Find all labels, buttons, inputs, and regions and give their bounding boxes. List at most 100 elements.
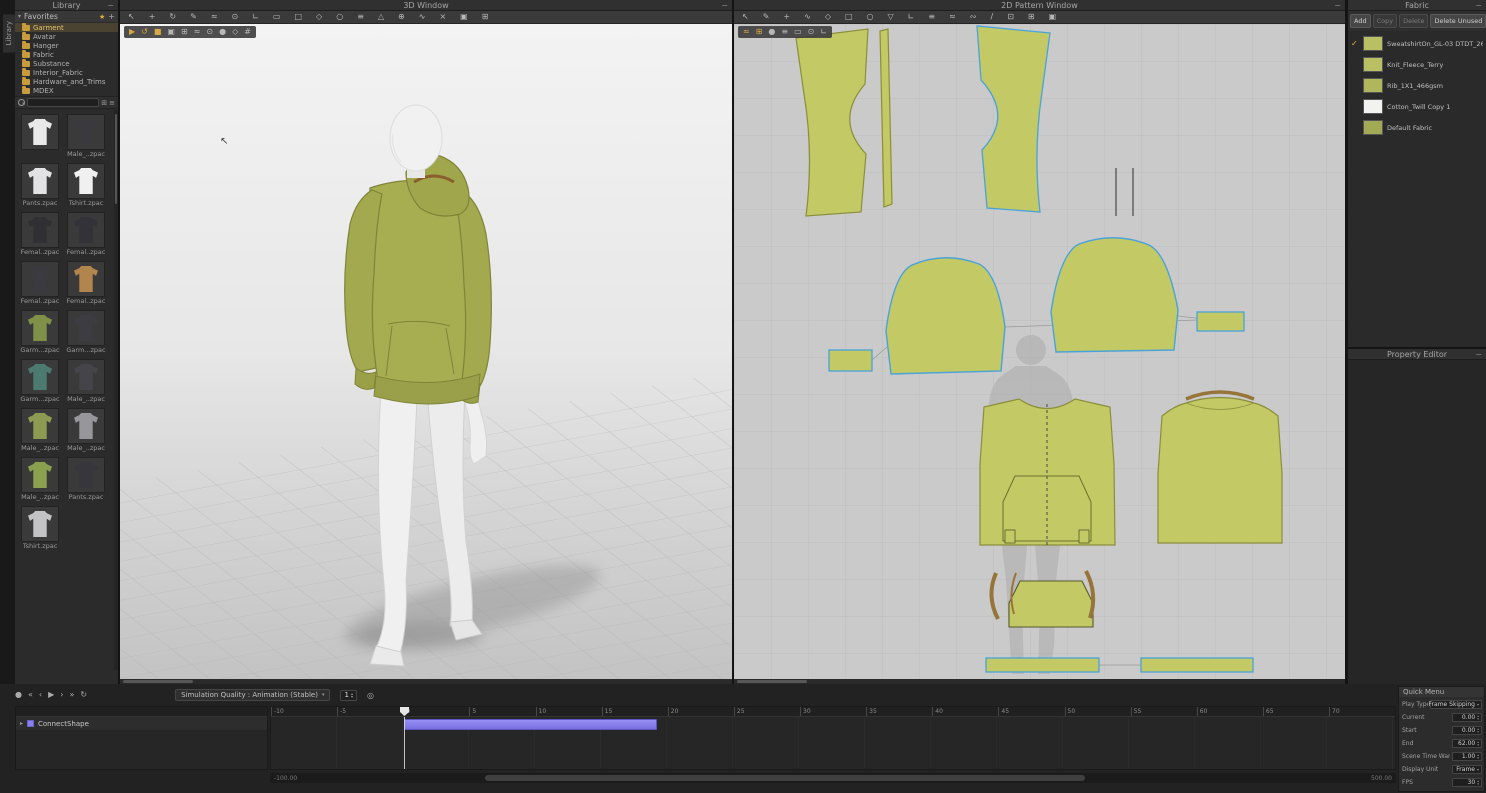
3d-viewport[interactable]: ▶ ↺ ■ ▣ ⊞ ≈ ⊙ ● ◇ # ↖ xyxy=(120,24,732,684)
rotate-gizmo-icon[interactable]: ↻ xyxy=(169,13,176,21)
add-favorite-icon[interactable]: + xyxy=(108,12,115,21)
segment-sewing-icon[interactable]: ≈ xyxy=(949,13,956,21)
timeline-scrollbar-thumb[interactable] xyxy=(485,775,1085,781)
show-seams-icon[interactable]: ≈ xyxy=(194,28,201,36)
button-tool-icon[interactable]: ○ xyxy=(336,13,343,21)
fitmap-icon[interactable]: ◇ xyxy=(232,28,238,36)
rectangle-tool-icon[interactable]: □ xyxy=(845,13,853,21)
select-tool-icon[interactable]: ↖ xyxy=(128,13,135,21)
trace-icon[interactable]: ⊡ xyxy=(1007,13,1014,21)
edit-curvature-icon[interactable]: ∿ xyxy=(804,13,811,21)
polygon-tool-icon[interactable]: ◇ xyxy=(825,13,831,21)
simulation-quality-dropdown[interactable]: Simulation Quality : Animation (Stable) … xyxy=(175,689,331,701)
show-sewing-icon[interactable]: ≈ xyxy=(743,28,750,36)
library-dock-tab[interactable]: Library xyxy=(3,14,15,53)
capture-icon[interactable]: ◎ xyxy=(367,691,374,700)
track-connectshape[interactable]: ▸ ConnectShape xyxy=(16,717,267,730)
dart-tool-icon[interactable]: ◇ xyxy=(316,13,322,21)
edit-pattern-icon[interactable]: ✎ xyxy=(763,13,770,21)
reset-pose-icon[interactable]: ↺ xyxy=(141,28,148,36)
stepper-icons[interactable]: ▴ ▾ xyxy=(1477,714,1479,721)
search-input[interactable] xyxy=(27,98,100,107)
timeline-track-area[interactable] xyxy=(271,707,1395,769)
library-item-female[interactable]: Femal..zpac xyxy=(20,261,60,305)
free-sewing-icon[interactable]: ∾ xyxy=(970,13,977,21)
fabric-item-cotton-twill[interactable]: ✓ Cotton_Twill Copy 1 xyxy=(1348,96,1486,117)
library-item-tshirt[interactable]: Tshirt.zpac xyxy=(20,506,60,550)
notch-icon[interactable]: ∟ xyxy=(908,13,915,21)
avatar-tab-icon[interactable]: ⊞ xyxy=(482,13,489,21)
2d-viewport[interactable]: ≈ ⊞ ● ≡ ▭ ⊙ ∟ xyxy=(734,24,1345,684)
library-item-female[interactable]: Femal..zpac xyxy=(20,212,60,256)
connectshape-clip[interactable] xyxy=(404,719,657,730)
pattern-piece-sleeve-left[interactable] xyxy=(885,257,1006,375)
library-item-garment[interactable]: Garm...zpac xyxy=(20,310,60,354)
library-item-jacket[interactable] xyxy=(20,114,60,158)
library-item-female[interactable]: Femal..zpac xyxy=(66,261,106,305)
quick-menu-value[interactable]: 0.00 ▾ ▴▾ xyxy=(1452,713,1482,722)
flatten-tool-icon[interactable]: ▭ xyxy=(273,13,281,21)
library-item-pants[interactable]: Pants.zpac xyxy=(20,163,60,207)
3d-scrollbar-thumb[interactable] xyxy=(123,680,193,683)
library-scrollbar[interactable] xyxy=(114,110,118,670)
show-pattern-name-icon[interactable]: ▭ xyxy=(794,28,802,36)
library-item-male[interactable]: Male_..zpac xyxy=(20,408,60,452)
show-grid-icon[interactable]: ⊞ xyxy=(756,28,763,36)
stepper-icons[interactable]: ▴ ▾ xyxy=(1477,779,1479,786)
frame-step-input[interactable]: 1 ▴ ▾ xyxy=(340,689,357,701)
step-forward-icon[interactable]: › xyxy=(60,691,63,699)
show-pins-icon[interactable]: ⊙ xyxy=(206,28,213,36)
library-panel-menu-icon[interactable]: − xyxy=(107,0,114,11)
library-item-male[interactable]: Male_..zpac xyxy=(66,359,106,403)
step-back-icon[interactable]: ‹ xyxy=(39,691,42,699)
move-gizmo-icon[interactable]: + xyxy=(149,13,156,21)
snap-icon[interactable]: ⊙ xyxy=(808,28,815,36)
folder-avatar[interactable]: Avatar xyxy=(15,32,118,41)
show-silhouette-icon[interactable]: ● xyxy=(768,28,775,36)
tape-tool-icon[interactable]: ∿ xyxy=(419,13,426,21)
3d-window-menu-icon[interactable]: − xyxy=(721,0,728,11)
fabric-item-default[interactable]: ✓ Default Fabric xyxy=(1348,117,1486,138)
simulate-icon[interactable]: ▶ xyxy=(129,28,135,36)
loop-icon[interactable]: ↻ xyxy=(80,691,87,699)
go-end-icon[interactable]: » xyxy=(69,691,74,699)
quick-menu-value[interactable]: Frame ▾ ▴▾ xyxy=(1452,765,1482,774)
folder-garment[interactable]: Garment xyxy=(15,23,118,32)
pen-tool-icon[interactable]: ✎ xyxy=(190,13,197,21)
pattern-piece-hem-band-left[interactable] xyxy=(985,657,1100,673)
sewing-tool-icon[interactable]: ≈ xyxy=(211,13,218,21)
pin-tool-icon[interactable]: ⊙ xyxy=(232,13,239,21)
show-avatar-icon[interactable]: ● xyxy=(219,28,226,36)
zipper-tool-icon[interactable]: ≡ xyxy=(357,13,364,21)
grid-view-icon[interactable]: ⊞ xyxy=(101,99,107,107)
add-fabric-button[interactable]: Add xyxy=(1350,14,1371,28)
folder-hanger[interactable]: Hanger xyxy=(15,41,118,50)
add-point-icon[interactable]: + xyxy=(783,13,790,21)
folder-hardware-trims[interactable]: Hardware_and_Trims xyxy=(15,77,118,86)
library-item-garment[interactable]: Garm...zpac xyxy=(20,359,60,403)
quick-menu-value[interactable]: 1.00 ▾ ▴▾ xyxy=(1452,752,1482,761)
record-icon[interactable]: ● xyxy=(15,691,22,699)
texture-surface-icon[interactable]: ▣ xyxy=(167,28,175,36)
seam-allowance-icon[interactable]: ≡ xyxy=(928,13,935,21)
play-icon[interactable]: ▶ xyxy=(48,691,54,699)
fabric-item-sweatshirt[interactable]: ✓ SweatshirtOn_GL-03 DTDT_26b xyxy=(1348,33,1486,54)
favorite-star-icon[interactable]: ★ xyxy=(99,13,105,21)
grid-toggle-icon[interactable]: # xyxy=(244,28,251,36)
steam-tool-icon[interactable]: × xyxy=(439,13,446,21)
library-item-female[interactable]: Femal..zpac xyxy=(66,212,106,256)
quick-menu-value[interactable]: 30 ▾ ▴▾ xyxy=(1452,778,1482,787)
library-item-male[interactable]: Male_..zpac xyxy=(66,114,106,158)
library-item-tshirt[interactable]: Tshirt.zpac xyxy=(66,163,106,207)
property-editor-menu-icon[interactable]: − xyxy=(1475,349,1482,360)
pattern-piece-sleeve-right[interactable] xyxy=(1050,237,1179,353)
timeline-scrollbar[interactable]: -100.00 500.00 xyxy=(270,773,1396,783)
library-item-male[interactable]: Male_..zpac xyxy=(66,408,106,452)
pattern-piece-cuff-right[interactable] xyxy=(1196,311,1245,332)
transform-pattern-icon[interactable]: ↖ xyxy=(742,13,749,21)
folder-mdex[interactable]: MDEX xyxy=(15,86,118,95)
internal-line-icon[interactable]: / xyxy=(990,13,993,21)
stepper-icons[interactable]: ▴ ▾ xyxy=(1477,753,1479,760)
2d-window-menu-icon[interactable]: − xyxy=(1334,0,1341,11)
folder-interior-fabric[interactable]: Interior_Fabric xyxy=(15,68,118,77)
